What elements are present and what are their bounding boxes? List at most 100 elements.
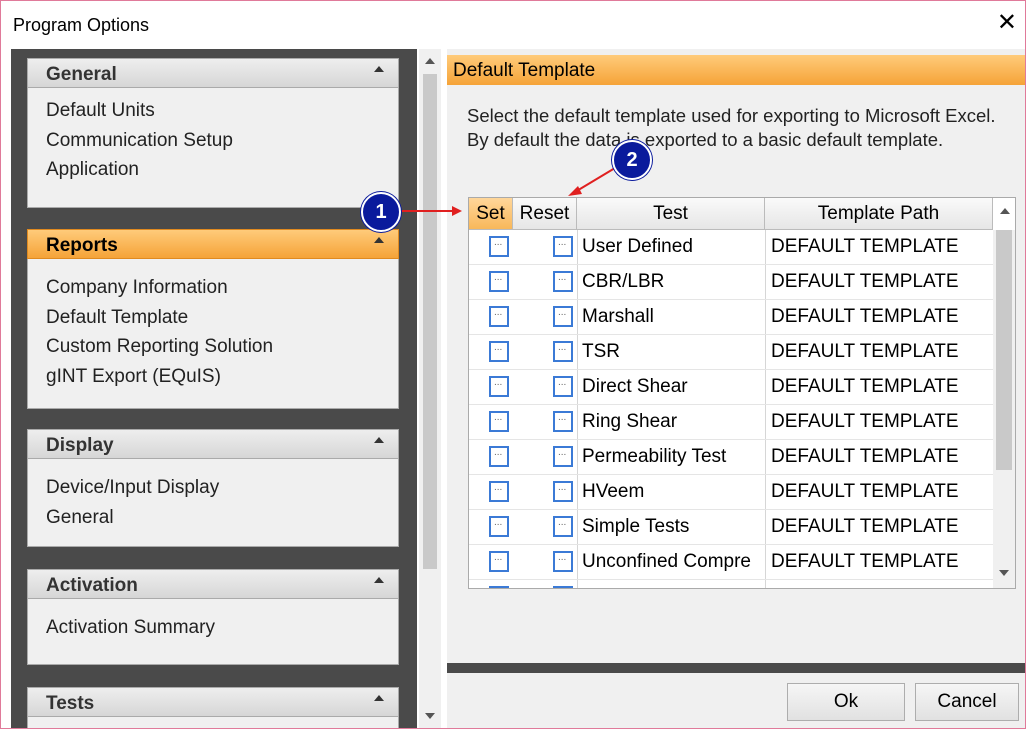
template-path-cell: DEFAULT TEMPLATE bbox=[765, 545, 993, 579]
nav-item-default-template[interactable]: Default Template bbox=[46, 303, 398, 333]
nav-item-gint-export[interactable]: gINT Export (EQuIS) bbox=[46, 362, 398, 392]
nav-item-communication-setup[interactable]: Communication Setup bbox=[46, 126, 398, 156]
grid-header: Set Reset Test Template Path bbox=[469, 198, 1015, 230]
test-name-cell: CBR/LBR bbox=[577, 265, 765, 299]
panel-divider bbox=[447, 663, 1025, 673]
table-row[interactable]: HVeemDEFAULT TEMPLATE bbox=[469, 475, 993, 510]
reset-template-button[interactable] bbox=[553, 586, 573, 588]
column-header-reset[interactable]: Reset bbox=[513, 198, 577, 230]
template-path-cell: DEFAULT TEMPLATE bbox=[765, 510, 993, 544]
table-row[interactable]: TSRDEFAULT TEMPLATE bbox=[469, 335, 993, 370]
nav-item-device-input-display[interactable]: Device/Input Display bbox=[46, 473, 398, 503]
close-icon[interactable]: ✕ bbox=[997, 11, 1017, 35]
scrollbar-thumb[interactable] bbox=[996, 230, 1012, 470]
set-template-button[interactable] bbox=[489, 411, 509, 432]
set-template-button[interactable] bbox=[489, 306, 509, 327]
reset-template-button[interactable] bbox=[553, 306, 573, 327]
group-display: Display Device/Input Display General bbox=[27, 429, 399, 547]
scrollbar-thumb[interactable] bbox=[423, 74, 437, 569]
group-header-general[interactable]: General bbox=[27, 58, 399, 88]
dialog-footer: Ok Cancel bbox=[447, 673, 1025, 728]
nav-item-activation-summary[interactable]: Activation Summary bbox=[46, 613, 398, 643]
group-header-display[interactable]: Display bbox=[27, 429, 399, 459]
table-row[interactable]: Unconsolidated UnDEFAULT TEMPLATE bbox=[469, 580, 993, 588]
group-title: General bbox=[46, 64, 117, 85]
set-template-button[interactable] bbox=[489, 271, 509, 292]
set-template-button[interactable] bbox=[489, 376, 509, 397]
set-template-button[interactable] bbox=[489, 341, 509, 362]
reset-template-button[interactable] bbox=[553, 516, 573, 537]
nav-item-default-units[interactable]: Default Units bbox=[46, 96, 398, 126]
nav-item-application[interactable]: Application bbox=[46, 155, 398, 185]
set-template-button[interactable] bbox=[489, 236, 509, 257]
grid-rows: User DefinedDEFAULT TEMPLATECBR/LBRDEFAU… bbox=[469, 230, 993, 588]
set-template-button[interactable] bbox=[489, 551, 509, 572]
group-body-display: Device/Input Display General bbox=[27, 459, 399, 547]
group-body-activation: Activation Summary bbox=[27, 599, 399, 665]
table-row[interactable]: Permeability TestDEFAULT TEMPLATE bbox=[469, 440, 993, 475]
grid-scrollbar[interactable] bbox=[993, 230, 1015, 588]
scroll-up-icon[interactable] bbox=[425, 58, 435, 64]
group-tests: Tests bbox=[27, 687, 399, 728]
default-template-panel: Default Template Select the default temp… bbox=[447, 49, 1025, 728]
reset-template-button[interactable] bbox=[553, 446, 573, 467]
column-header-set[interactable]: Set bbox=[469, 198, 513, 230]
template-path-cell: DEFAULT TEMPLATE bbox=[765, 300, 993, 334]
scroll-down-icon[interactable] bbox=[999, 570, 1009, 576]
test-name-cell: HVeem bbox=[577, 475, 765, 509]
reset-template-button[interactable] bbox=[553, 411, 573, 432]
table-row[interactable]: Ring ShearDEFAULT TEMPLATE bbox=[469, 405, 993, 440]
group-reports: Reports Company Information Default Temp… bbox=[27, 229, 399, 409]
table-row[interactable]: Simple TestsDEFAULT TEMPLATE bbox=[469, 510, 993, 545]
template-path-cell: DEFAULT TEMPLATE bbox=[765, 440, 993, 474]
panel-description: Select the default template used for exp… bbox=[467, 105, 996, 150]
ok-button[interactable]: Ok bbox=[787, 683, 905, 721]
collapse-chevron-icon[interactable] bbox=[374, 695, 384, 701]
test-name-cell: Ring Shear bbox=[577, 405, 765, 439]
set-template-button[interactable] bbox=[489, 516, 509, 537]
set-template-button[interactable] bbox=[489, 586, 509, 588]
group-header-tests[interactable]: Tests bbox=[27, 687, 399, 717]
title-bar: Program Options ✕ bbox=[1, 1, 1025, 47]
reset-template-button[interactable] bbox=[553, 481, 573, 502]
template-path-cell: DEFAULT TEMPLATE bbox=[765, 335, 993, 369]
reset-template-button[interactable] bbox=[553, 341, 573, 362]
table-row[interactable]: Unconfined CompreDEFAULT TEMPLATE bbox=[469, 545, 993, 580]
template-path-cell: DEFAULT TEMPLATE bbox=[765, 265, 993, 299]
test-name-cell: Direct Shear bbox=[577, 370, 765, 404]
collapse-chevron-icon[interactable] bbox=[374, 577, 384, 583]
scroll-down-icon[interactable] bbox=[425, 713, 435, 719]
template-path-cell: DEFAULT TEMPLATE bbox=[765, 580, 993, 588]
group-header-reports[interactable]: Reports bbox=[27, 229, 399, 259]
collapse-chevron-icon[interactable] bbox=[374, 237, 384, 243]
table-row[interactable]: CBR/LBRDEFAULT TEMPLATE bbox=[469, 265, 993, 300]
test-name-cell: Unconfined Compre bbox=[577, 545, 765, 579]
reset-template-button[interactable] bbox=[553, 376, 573, 397]
reset-template-button[interactable] bbox=[553, 551, 573, 572]
column-header-template-path[interactable]: Template Path bbox=[765, 198, 993, 230]
program-options-window: Program Options ✕ General Default Units … bbox=[0, 0, 1026, 729]
reset-template-button[interactable] bbox=[553, 236, 573, 257]
column-header-test[interactable]: Test bbox=[577, 198, 765, 230]
group-header-activation[interactable]: Activation bbox=[27, 569, 399, 599]
template-path-cell: DEFAULT TEMPLATE bbox=[765, 405, 993, 439]
reset-template-button[interactable] bbox=[553, 271, 573, 292]
test-name-cell: Marshall bbox=[577, 300, 765, 334]
table-row[interactable]: MarshallDEFAULT TEMPLATE bbox=[469, 300, 993, 335]
template-path-cell: DEFAULT TEMPLATE bbox=[765, 370, 993, 404]
scroll-up-icon[interactable] bbox=[1000, 208, 1010, 214]
group-body-general: Default Units Communication Setup Applic… bbox=[27, 88, 399, 208]
nav-item-company-information[interactable]: Company Information bbox=[46, 273, 398, 303]
nav-item-custom-reporting-solution[interactable]: Custom Reporting Solution bbox=[46, 332, 398, 362]
set-template-button[interactable] bbox=[489, 481, 509, 502]
cancel-button[interactable]: Cancel bbox=[915, 683, 1019, 721]
group-activation: Activation Activation Summary bbox=[27, 569, 399, 665]
table-row[interactable]: Direct ShearDEFAULT TEMPLATE bbox=[469, 370, 993, 405]
collapse-chevron-icon[interactable] bbox=[374, 66, 384, 72]
collapse-chevron-icon[interactable] bbox=[374, 437, 384, 443]
nav-item-display-general[interactable]: General bbox=[46, 503, 398, 533]
window-title: Program Options bbox=[13, 15, 150, 35]
set-template-button[interactable] bbox=[489, 446, 509, 467]
nav-scrollbar[interactable] bbox=[419, 49, 441, 728]
table-row[interactable]: User DefinedDEFAULT TEMPLATE bbox=[469, 230, 993, 265]
